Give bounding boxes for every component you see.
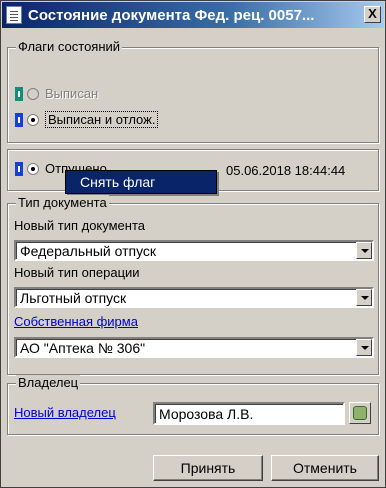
new-doc-type-select[interactable]: Федеральный отпуск	[14, 240, 374, 261]
user-picker-icon	[353, 406, 367, 420]
flag-item-issued[interactable]: Выписан	[15, 86, 98, 101]
window-title: Состояние документа Фед. рец. 0057...	[28, 6, 315, 24]
accept-button[interactable]: Принять	[153, 455, 263, 481]
new-op-type-label: Новый тип операции	[14, 265, 140, 280]
new-owner-field[interactable]: Морозова Л.В.	[153, 402, 345, 425]
own-firm-select[interactable]: АО "Аптека № 306"	[14, 337, 374, 358]
new-op-type-select[interactable]: Льготный отпуск	[14, 287, 374, 308]
radio-issued-deferred[interactable]	[27, 113, 39, 126]
new-op-type-label-text: Новый тип операции	[14, 265, 140, 280]
dialog-window: Состояние документа Фед. рец. 0057... X …	[0, 0, 386, 488]
close-button[interactable]: X	[364, 6, 381, 23]
document-icon	[6, 6, 22, 24]
new-doc-type-label-text: Новый тип документа	[14, 218, 145, 233]
new-owner-link[interactable]: Новый владелец	[14, 405, 116, 420]
chevron-down-icon[interactable]	[356, 289, 372, 306]
owner-legend: Владелец	[16, 375, 81, 390]
sent-timestamp: 05.06.2018 18:44:44	[226, 163, 345, 178]
flag-item-issued-label: Выписан	[45, 86, 99, 101]
context-menu-item-remove-flag[interactable]: Снять флаг	[65, 170, 217, 194]
own-firm-link[interactable]: Собственная фирма	[14, 314, 138, 329]
title-bar[interactable]: Состояние документа Фед. рец. 0057... X	[2, 2, 384, 28]
own-firm-value: АО "Аптека № 306"	[20, 340, 146, 356]
teal-flag-icon	[15, 86, 23, 101]
doc-type-legend: Тип документа	[16, 195, 109, 210]
flag-item-issued-deferred-label: Выписан и отлож.	[45, 111, 159, 128]
radio-sent[interactable]	[27, 162, 39, 175]
own-firm-link-row[interactable]: Собственная фирма	[14, 314, 138, 329]
blue-flag-icon	[15, 112, 23, 127]
new-doc-type-value: Федеральный отпуск	[20, 243, 157, 259]
flag-item-issued-deferred[interactable]: Выписан и отлож.	[15, 111, 159, 128]
flags-legend: Флаги состояний	[16, 39, 123, 54]
new-doc-type-label: Новый тип документа	[14, 218, 145, 233]
radio-issued[interactable]	[27, 87, 39, 100]
up-arrow-flag-icon	[15, 161, 23, 176]
sent-timestamp-text: 05.06.2018 18:44:44	[226, 163, 346, 178]
new-op-type-value: Льготный отпуск	[20, 290, 127, 306]
cancel-button[interactable]: Отменить	[271, 455, 379, 481]
chevron-down-icon[interactable]	[356, 339, 372, 356]
chevron-down-icon[interactable]	[356, 242, 372, 259]
new-owner-value: Морозова Л.В.	[159, 406, 254, 422]
owner-picker-button[interactable]	[349, 402, 371, 424]
new-owner-link-row[interactable]: Новый владелец	[14, 405, 116, 420]
